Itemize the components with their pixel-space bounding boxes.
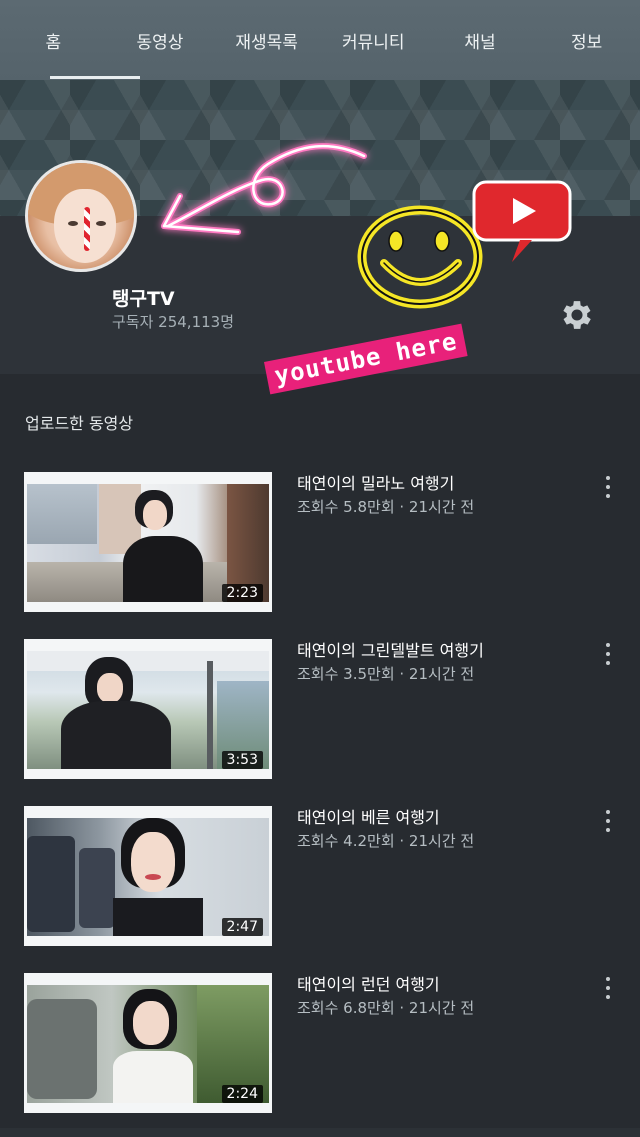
more-options-icon[interactable] — [600, 474, 616, 500]
gear-icon[interactable] — [558, 296, 596, 334]
channel-tab-bar: 홈 동영상 재생목록 커뮤니티 채널 정보 — [0, 0, 640, 80]
video-item[interactable]: 2:24 태연이의 런던 여행기 조회수 6.8만회 · 21시간 전 — [0, 971, 640, 1113]
video-item[interactable]: 3:53 태연이의 그린델발트 여행기 조회수 3.5만회 · 21시간 전 — [0, 637, 640, 779]
uploads-section-title: 업로드한 동영상 — [25, 414, 134, 433]
video-meta: 조회수 3.5만회 · 21시간 전 — [297, 665, 475, 683]
channel-name: 탱구TV — [112, 288, 175, 310]
tab-community[interactable]: 커뮤니티 — [320, 0, 427, 80]
video-thumbnail[interactable]: 2:47 — [24, 806, 272, 946]
bottom-divider — [0, 1128, 640, 1137]
pink-arrow-sticker — [161, 143, 367, 235]
tab-channels[interactable]: 채널 — [427, 0, 534, 80]
subscriber-count: 구독자 254,113명 — [112, 313, 234, 331]
tab-videos[interactable]: 동영상 — [107, 0, 214, 80]
channel-avatar[interactable] — [25, 160, 137, 272]
more-options-icon[interactable] — [600, 808, 616, 834]
video-item[interactable]: 2:47 태연이의 베른 여행기 조회수 4.2만회 · 21시간 전 — [0, 804, 640, 946]
tab-playlists[interactable]: 재생목록 — [213, 0, 320, 80]
video-thumbnail[interactable]: 2:23 — [24, 472, 272, 612]
video-meta: 조회수 4.2만회 · 21시간 전 — [297, 832, 475, 850]
tab-about[interactable]: 정보 — [533, 0, 640, 80]
video-duration: 2:23 — [221, 584, 263, 602]
smiley-sticker — [357, 205, 483, 309]
video-meta: 조회수 5.8만회 · 21시간 전 — [297, 498, 475, 516]
video-title[interactable]: 태연이의 밀라노 여행기 — [297, 470, 454, 494]
video-title[interactable]: 태연이의 베른 여행기 — [297, 804, 440, 828]
more-options-icon[interactable] — [600, 641, 616, 667]
video-duration: 3:53 — [221, 751, 263, 769]
video-title[interactable]: 태연이의 그린델발트 여행기 — [297, 637, 484, 661]
video-title[interactable]: 태연이의 런던 여행기 — [297, 971, 440, 995]
video-meta: 조회수 6.8만회 · 21시간 전 — [297, 999, 475, 1017]
video-thumbnail[interactable]: 3:53 — [24, 639, 272, 779]
youtube-logo-sticker — [472, 180, 572, 262]
video-item[interactable]: 2:23 태연이의 밀라노 여행기 조회수 5.8만회 · 21시간 전 — [0, 470, 640, 612]
video-duration: 2:24 — [221, 1085, 263, 1103]
more-options-icon[interactable] — [600, 975, 616, 1001]
video-duration: 2:47 — [221, 918, 263, 936]
active-tab-indicator — [50, 76, 140, 79]
tab-home[interactable]: 홈 — [0, 0, 107, 80]
video-thumbnail[interactable]: 2:24 — [24, 973, 272, 1113]
